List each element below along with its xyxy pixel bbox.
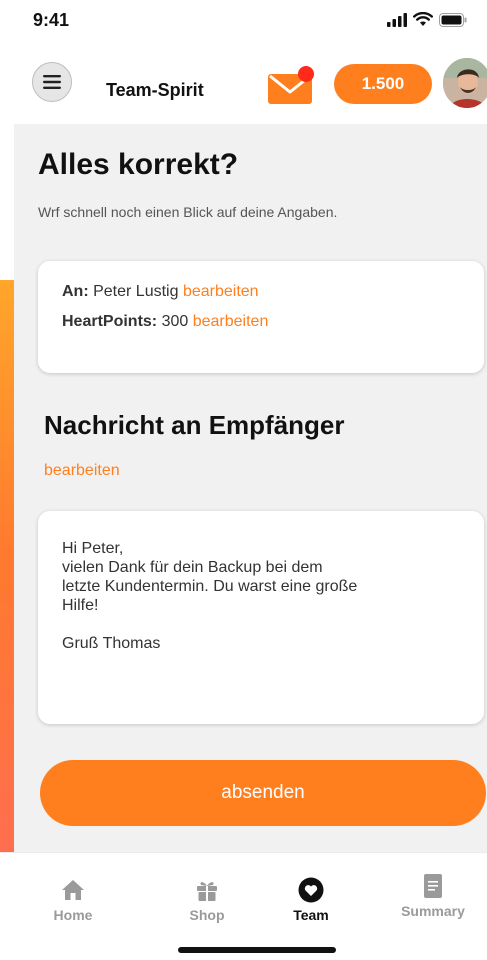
nav-label-home: Home — [53, 907, 93, 923]
summary-card: An: Peter Lustig bearbeiten HeartPoints:… — [38, 261, 484, 373]
gift-icon — [195, 875, 219, 905]
avatar[interactable] — [443, 58, 487, 108]
heart-icon — [298, 875, 324, 905]
heartpoints-value: 300 — [161, 313, 189, 330]
message-line: vielen Dank für dein Backup bei dem — [62, 559, 323, 576]
status-bar: 9:41 — [0, 0, 487, 44]
message-line: Hi Peter, — [62, 540, 124, 557]
nav-item-summary[interactable]: Summary — [388, 871, 478, 919]
nav-item-shop[interactable]: Shop — [162, 875, 252, 923]
recipient-label: An: — [62, 283, 89, 300]
messages-button[interactable] — [266, 66, 316, 106]
message-line: Hilfe! — [62, 597, 99, 614]
document-icon — [423, 871, 443, 901]
battery-icon — [439, 12, 467, 27]
message-line — [62, 615, 460, 634]
hamburger-icon — [43, 75, 61, 89]
main-content: Alles korrekt? Wrf schnell noch einen Bl… — [14, 124, 487, 852]
edit-recipient-link[interactable]: bearbeiten — [183, 283, 259, 300]
app-title: Team-Spirit — [106, 80, 204, 100]
status-icons — [387, 12, 467, 27]
heartpoints-row: HeartPoints: 300 bearbeiten — [62, 313, 460, 331]
wifi-icon — [413, 12, 433, 26]
nav-label-team: Team — [293, 907, 329, 923]
nav-item-team[interactable]: Team — [266, 875, 356, 923]
page-subtitle: Wrf schnell noch einen Blick auf deine A… — [38, 204, 338, 220]
envelope-icon — [268, 66, 314, 104]
page-title: Alles korrekt? — [38, 148, 239, 181]
heartpoints-label: HeartPoints: — [62, 313, 158, 330]
home-icon — [61, 875, 85, 905]
edit-heartpoints-link[interactable]: bearbeiten — [193, 313, 269, 330]
nav-item-home[interactable]: Home — [28, 875, 118, 923]
message-section-title: Nachricht an Empfänger — [44, 410, 345, 440]
message-card: Hi Peter, vielen Dank für dein Backup be… — [38, 511, 484, 724]
signal-icon — [387, 12, 407, 27]
edit-message-link[interactable]: bearbeiten — [44, 462, 120, 480]
send-button[interactable]: absenden — [40, 760, 486, 826]
user-photo-icon — [443, 58, 487, 108]
notification-dot-icon — [298, 66, 314, 82]
app-header: Team-Spirit 1.500 — [0, 44, 487, 124]
bottom-navigation: Home Shop Team Summary — [0, 852, 487, 960]
home-indicator — [178, 947, 336, 953]
recipient-row: An: Peter Lustig bearbeiten — [62, 283, 460, 301]
status-time: 9:41 — [33, 10, 70, 30]
message-line: Gruß Thomas — [62, 635, 161, 652]
menu-button[interactable] — [32, 62, 72, 102]
recipient-value: Peter Lustig — [93, 283, 179, 300]
heartpoints-balance[interactable]: 1.500 — [334, 64, 432, 104]
nav-label-shop: Shop — [189, 907, 225, 923]
nav-label-summary: Summary — [401, 903, 465, 919]
message-line: letzte Kundentermin. Du warst eine große — [62, 578, 358, 595]
